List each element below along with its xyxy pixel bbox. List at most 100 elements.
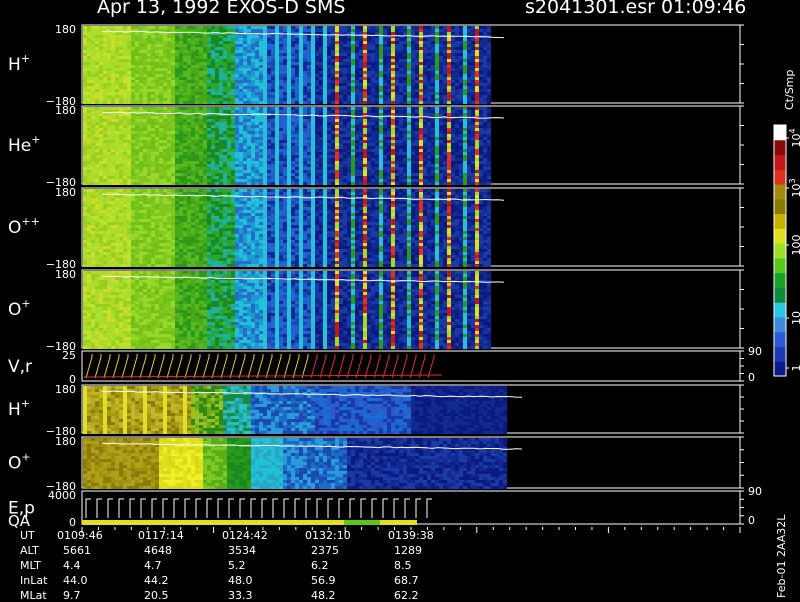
spectrogram-cell bbox=[419, 77, 423, 80]
spectrogram-cell bbox=[143, 62, 147, 65]
spectrogram-cell bbox=[323, 173, 327, 176]
spectrogram-cell bbox=[215, 149, 219, 152]
spectrogram-cell bbox=[99, 158, 103, 161]
spectrogram-cell bbox=[199, 128, 203, 131]
spectrogram-cell bbox=[119, 62, 123, 65]
spectrogram-cell bbox=[223, 173, 227, 176]
spectrogram-cell bbox=[279, 158, 283, 161]
spectrogram-cell bbox=[119, 125, 123, 128]
spectrogram-cell bbox=[183, 116, 187, 119]
spectrogram-cell bbox=[123, 146, 127, 149]
spectrogram-cell bbox=[111, 128, 115, 131]
spectrogram-cell bbox=[471, 77, 475, 80]
spectrogram-cell bbox=[339, 110, 343, 113]
spectrogram-cell bbox=[455, 65, 459, 68]
spectrogram-cell bbox=[159, 122, 163, 125]
spectrogram-cell bbox=[111, 134, 115, 137]
spectrogram-cell bbox=[175, 44, 179, 47]
spectrogram-cell bbox=[95, 89, 99, 92]
spectrogram-cell bbox=[403, 110, 407, 113]
spectrogram-cell bbox=[207, 47, 211, 50]
spectrogram-cell bbox=[199, 146, 203, 149]
spectrogram-cell bbox=[347, 53, 351, 56]
spectrogram-cell bbox=[183, 128, 187, 131]
spectrogram-cell bbox=[95, 41, 99, 44]
spectrogram-cell bbox=[203, 101, 207, 104]
spectrogram-cell bbox=[99, 38, 103, 41]
spectrogram-cell bbox=[435, 80, 439, 83]
spectrogram-cell bbox=[211, 74, 215, 77]
spectrogram-cell bbox=[327, 35, 331, 38]
spectrogram-cell bbox=[215, 137, 219, 140]
spectrogram-cell bbox=[383, 179, 387, 182]
spectrogram-cell bbox=[223, 29, 227, 32]
spectrogram-cell bbox=[123, 38, 127, 41]
spectrogram-cell bbox=[479, 59, 483, 62]
spectrogram-cell bbox=[231, 77, 235, 80]
spectrogram-cell bbox=[307, 119, 311, 122]
spectrogram-cell bbox=[219, 167, 223, 170]
spectrogram-cell bbox=[175, 173, 179, 176]
spectrogram-cell bbox=[231, 110, 235, 113]
spectrogram-cell bbox=[243, 158, 247, 161]
spectrogram-cell bbox=[215, 65, 219, 68]
spectrogram-cell bbox=[147, 116, 151, 119]
spectrogram-cell bbox=[135, 134, 139, 137]
spectrogram-cell bbox=[459, 50, 463, 53]
spectrogram-cell bbox=[119, 143, 123, 146]
spectrogram-cell bbox=[203, 116, 207, 119]
spectrogram-cell bbox=[323, 119, 327, 122]
spectrogram-cell bbox=[363, 140, 367, 143]
spectrogram-cell bbox=[215, 74, 219, 77]
spectrogram-cell bbox=[155, 50, 159, 53]
spectrogram-cell bbox=[299, 89, 303, 92]
spectrogram-cell bbox=[407, 65, 411, 68]
spectrogram-cell bbox=[247, 83, 251, 86]
spectrogram-cell bbox=[327, 59, 331, 62]
spectrogram-cell bbox=[335, 137, 339, 140]
spectrogram-cell bbox=[211, 167, 215, 170]
spectrogram-cell bbox=[87, 47, 91, 50]
spectrogram-cell bbox=[103, 95, 107, 98]
spectrogram-cell bbox=[127, 122, 131, 125]
spectrogram-cell bbox=[423, 62, 427, 65]
spectrogram-cell bbox=[127, 134, 131, 137]
spectrogram-cell bbox=[415, 56, 419, 59]
spectrogram-cell bbox=[231, 44, 235, 47]
spectrogram-cell bbox=[119, 182, 123, 185]
spectrogram-cell bbox=[183, 62, 187, 65]
spectrogram-cell bbox=[183, 44, 187, 47]
spectrogram-cell bbox=[359, 152, 363, 155]
spectrogram-cell bbox=[159, 38, 163, 41]
spectrogram-cell bbox=[315, 173, 319, 176]
spectrogram-cell bbox=[379, 29, 383, 32]
spectrogram-cell bbox=[111, 32, 115, 35]
spectrogram-cell bbox=[347, 170, 351, 173]
spectrogram-cell bbox=[255, 74, 259, 77]
spectrogram-cell bbox=[279, 167, 283, 170]
spectrogram-cell bbox=[343, 158, 347, 161]
spectrogram-cell bbox=[279, 44, 283, 47]
spectrogram-cell bbox=[287, 149, 291, 152]
spectrogram-cell bbox=[347, 128, 351, 131]
spectrogram-cell bbox=[419, 44, 423, 47]
spectrogram-cell bbox=[347, 164, 351, 167]
spectrogram-cell bbox=[259, 98, 263, 101]
spectrogram-cell bbox=[195, 98, 199, 101]
spectrogram-cell bbox=[131, 143, 135, 146]
spectrogram-cell bbox=[139, 122, 143, 125]
spectrogram-cell bbox=[475, 71, 479, 74]
spectrogram-cell bbox=[371, 134, 375, 137]
spectrogram-cell bbox=[95, 167, 99, 170]
spectrogram-cell bbox=[395, 26, 399, 29]
spectrogram-cell bbox=[139, 95, 143, 98]
spectrogram-cell bbox=[263, 71, 267, 74]
spectrogram-cell bbox=[211, 170, 215, 173]
spectrogram-cell bbox=[227, 158, 231, 161]
spectrogram-cell bbox=[327, 155, 331, 158]
spectrogram-cell bbox=[463, 74, 467, 77]
spectrogram-cell bbox=[195, 62, 199, 65]
spectrogram-cell bbox=[303, 122, 307, 125]
spectrogram-cell bbox=[227, 116, 231, 119]
spectrogram-cell bbox=[143, 167, 147, 170]
